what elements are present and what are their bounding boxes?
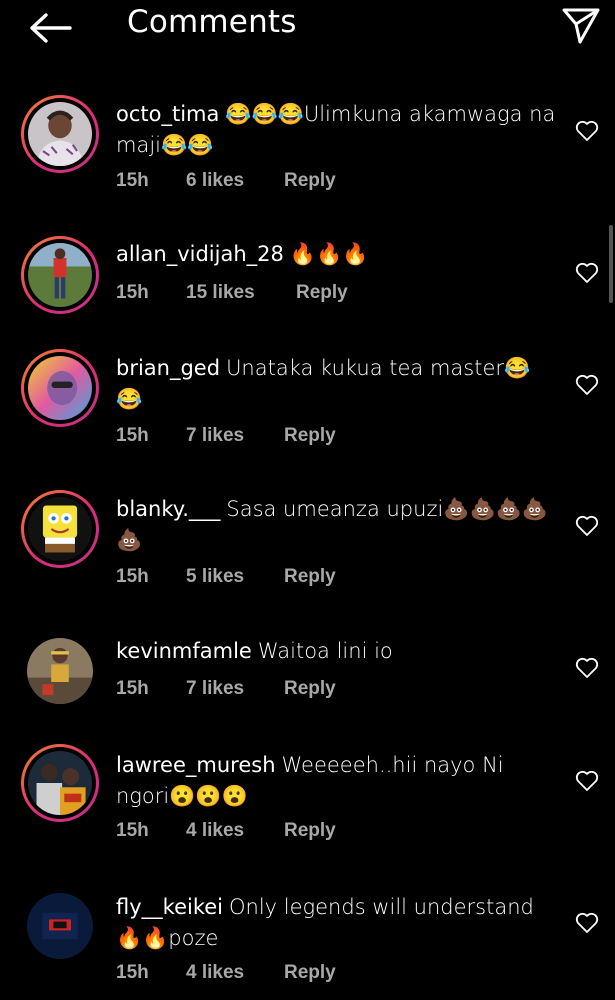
heart-icon[interactable] — [575, 262, 599, 284]
comment-likes[interactable]: 5 likes — [186, 566, 244, 588]
heart-icon[interactable] — [575, 770, 599, 792]
reply-button[interactable]: Reply — [284, 962, 336, 984]
comment-time: 15h — [116, 962, 149, 983]
avatar — [28, 102, 92, 166]
heart-icon[interactable] — [575, 120, 599, 142]
comment-text: blanky.___ Sasa umeanza upuzi💩💩💩💩💩 — [116, 494, 556, 556]
comment-username[interactable]: lawree_muresh — [116, 753, 276, 777]
comment-username[interactable]: blanky.___ — [116, 497, 220, 521]
reply-button[interactable]: Reply — [284, 820, 336, 842]
avatar — [27, 638, 93, 704]
reply-button[interactable]: Reply — [296, 282, 348, 304]
comment-text: lawree_muresh Weeeeeh..hii nayo Ni ngori😮… — [116, 750, 556, 812]
comment-username[interactable]: brian_ged — [116, 356, 220, 380]
avatar-story-ring[interactable] — [21, 236, 99, 314]
comment-likes[interactable]: 7 likes — [186, 678, 244, 700]
comment-username[interactable]: kevinmfamle — [116, 639, 252, 663]
comment-time: 15h — [116, 566, 149, 587]
avatar — [28, 497, 92, 561]
reply-button[interactable]: Reply — [284, 566, 336, 588]
avatar-story-ring[interactable] — [21, 490, 99, 568]
comment-time: 15h — [116, 820, 149, 841]
comment-text: kevinmfamle Waitoa lini io — [116, 636, 556, 667]
reply-button[interactable]: Reply — [284, 170, 336, 192]
comment-body: Waitoa lini io — [257, 639, 393, 663]
comment-text: fly__keikei Only legends will understand … — [116, 892, 556, 954]
avatar — [28, 356, 92, 420]
comment-likes[interactable]: 6 likes — [186, 170, 244, 192]
comment-likes[interactable]: 4 likes — [186, 962, 244, 984]
comment-likes[interactable]: 15 likes — [186, 282, 255, 304]
comment-time: 15h — [116, 170, 149, 191]
avatar — [28, 243, 92, 307]
heart-icon[interactable] — [575, 515, 599, 537]
comment-time: 15h — [116, 678, 149, 699]
comment-text: allan_vidijah_28 🔥🔥🔥 — [116, 239, 556, 270]
avatar — [28, 751, 92, 815]
reply-button[interactable]: Reply — [284, 425, 336, 447]
heart-icon[interactable] — [575, 912, 599, 934]
avatar-story-ring[interactable] — [21, 744, 99, 822]
avatar-story-ring[interactable] — [21, 95, 99, 173]
avatar-container[interactable] — [21, 887, 99, 965]
heart-icon[interactable] — [575, 374, 599, 396]
reply-button[interactable]: Reply — [284, 678, 336, 700]
comment-body: 🔥🔥🔥 — [289, 242, 369, 266]
comment-text: octo_tima 😂😂😂Ulimkuna akamwaga na maji😂😂 — [116, 99, 556, 161]
comments-list: octo_tima 😂😂😂Ulimkuna akamwaga na maji😂😂 … — [0, 0, 615, 1000]
avatar-story-ring[interactable] — [21, 349, 99, 427]
comment-time: 15h — [116, 425, 149, 446]
comment-text: brian_ged Unataka kukua tea master😂😂 — [116, 353, 556, 415]
comment-username[interactable]: octo_tima — [116, 102, 219, 126]
avatar — [27, 893, 93, 959]
comment-likes[interactable]: 7 likes — [186, 425, 244, 447]
avatar-container[interactable] — [21, 632, 99, 710]
comment-username[interactable]: fly__keikei — [116, 895, 223, 919]
comment-time: 15h — [116, 282, 149, 303]
scrollbar[interactable] — [609, 225, 613, 303]
heart-icon[interactable] — [575, 657, 599, 679]
comment-likes[interactable]: 4 likes — [186, 820, 244, 842]
comment-username[interactable]: allan_vidijah_28 — [116, 242, 284, 266]
